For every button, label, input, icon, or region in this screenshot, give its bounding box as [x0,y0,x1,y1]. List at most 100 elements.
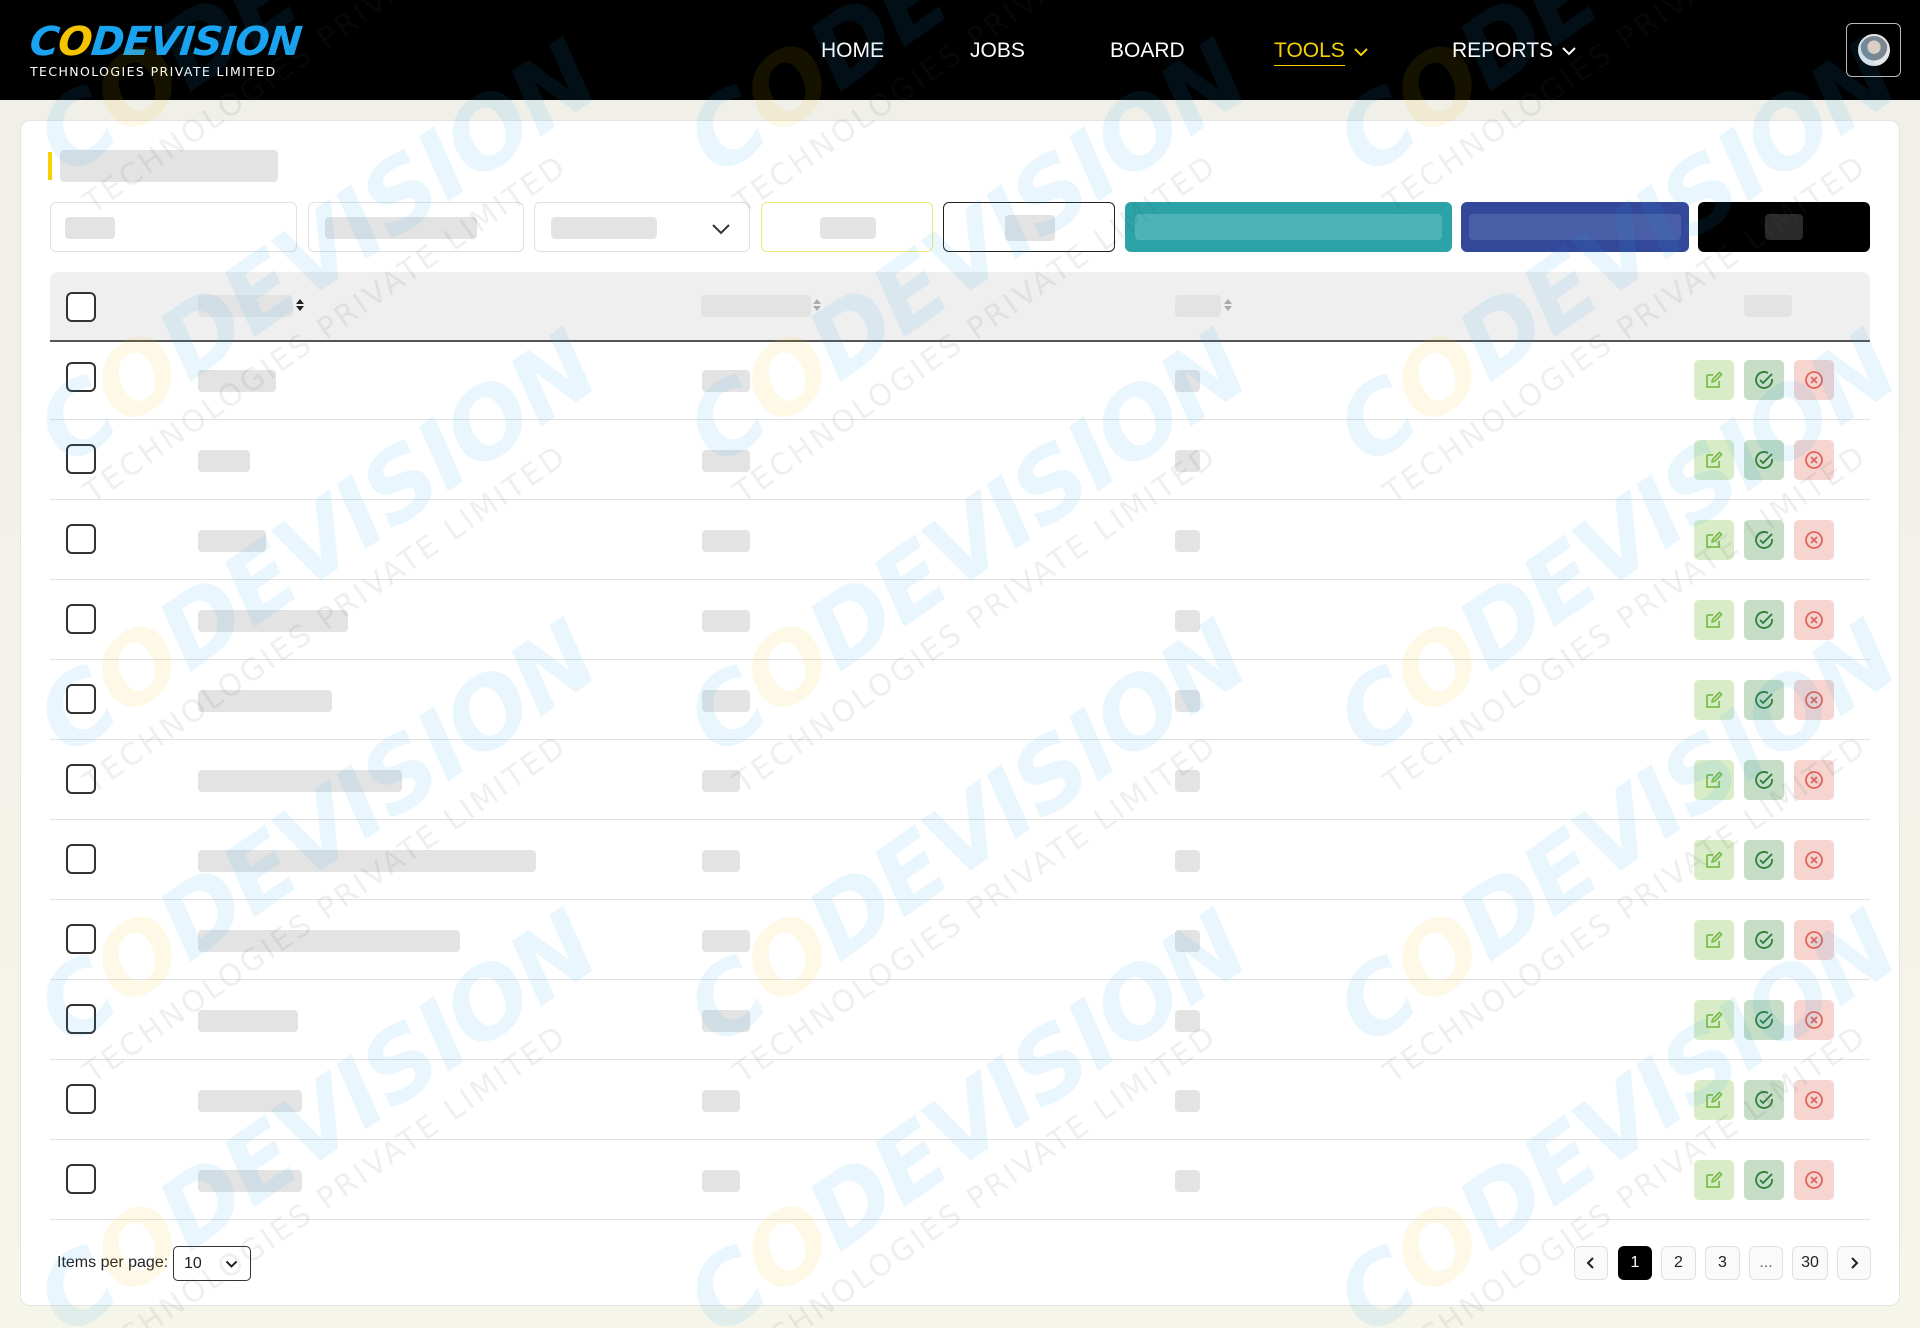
nav-jobs[interactable]: JOBS [970,38,1025,64]
edit-icon [1704,1010,1724,1030]
cell-skeleton [1175,610,1200,632]
cell-skeleton [702,1010,750,1032]
row-checkbox[interactable] [66,924,96,954]
approve-button[interactable] [1744,840,1784,880]
user-menu-button[interactable] [1846,23,1901,77]
x-circle-icon [1803,1089,1825,1111]
reject-button[interactable] [1794,440,1834,480]
cell-skeleton [198,530,266,552]
next-page-button[interactable] [1837,1246,1871,1280]
row-checkbox[interactable] [66,362,96,392]
approve-button[interactable] [1744,440,1784,480]
cell-skeleton [702,1090,740,1112]
items-per-page-value: 10 [184,1255,202,1272]
nav-home[interactable]: HOME [821,38,884,64]
row-checkbox[interactable] [66,1004,96,1034]
edit-button[interactable] [1694,1160,1734,1200]
reject-button[interactable] [1794,1000,1834,1040]
approve-button[interactable] [1744,1000,1784,1040]
reset-button[interactable] [943,202,1115,252]
edit-button[interactable] [1694,840,1734,880]
avatar [1857,34,1890,66]
page-button-30[interactable]: 30 [1792,1246,1828,1280]
chevron-right-icon [1851,1257,1859,1269]
edit-button[interactable] [1694,360,1734,400]
table-row [50,660,1870,740]
reject-button[interactable] [1794,920,1834,960]
reject-button[interactable] [1794,360,1834,400]
page-button-2[interactable]: 2 [1661,1246,1696,1280]
filter-select[interactable] [534,202,750,252]
select-all-checkbox[interactable] [66,292,96,322]
reject-button[interactable] [1794,1080,1834,1120]
navy-action-button[interactable] [1461,202,1689,252]
nav-tools[interactable]: TOOLS [1274,38,1369,66]
check-circle-icon [1753,529,1775,551]
row-checkbox[interactable] [66,684,96,714]
edit-button[interactable] [1694,760,1734,800]
approve-button[interactable] [1744,680,1784,720]
edit-button[interactable] [1694,1000,1734,1040]
column-header-1-skeleton [198,295,293,317]
approve-button[interactable] [1744,760,1784,800]
row-checkbox[interactable] [66,1164,96,1194]
page-button-3[interactable]: 3 [1705,1246,1740,1280]
approve-button[interactable] [1744,1160,1784,1200]
cell-skeleton [1175,930,1200,952]
approve-button[interactable] [1744,360,1784,400]
row-checkbox[interactable] [66,844,96,874]
filter-input-1[interactable] [50,202,297,252]
edit-button[interactable] [1694,520,1734,560]
teal-action-button[interactable] [1125,202,1452,252]
chevron-down-icon [712,224,730,235]
cell-skeleton [1175,1090,1200,1112]
cell-skeleton [1175,450,1200,472]
filter-input-2[interactable] [308,202,524,252]
prev-page-button[interactable] [1574,1246,1608,1280]
reject-button[interactable] [1794,760,1834,800]
filter-input-highlighted[interactable] [761,202,933,252]
approve-button[interactable] [1744,520,1784,560]
reject-button[interactable] [1794,600,1834,640]
row-checkbox[interactable] [66,764,96,794]
items-per-page-select[interactable]: 10 [173,1246,251,1281]
cell-skeleton [1175,770,1200,792]
table-header [50,272,1870,342]
approve-button[interactable] [1744,1080,1784,1120]
x-circle-icon [1803,689,1825,711]
cell-skeleton [702,450,750,472]
nav-board[interactable]: BOARD [1110,38,1185,64]
row-checkbox[interactable] [66,1084,96,1114]
sort-icon[interactable] [1223,298,1233,312]
reject-button[interactable] [1794,1160,1834,1200]
page-ellipsis: ... [1749,1246,1783,1280]
column-header-3-skeleton [1175,295,1221,317]
cell-skeleton [702,530,750,552]
row-checkbox[interactable] [66,604,96,634]
sort-icon[interactable] [295,298,305,312]
check-circle-icon [1753,449,1775,471]
edit-button[interactable] [1694,440,1734,480]
sort-icon[interactable] [812,298,822,312]
edit-button[interactable] [1694,1080,1734,1120]
edit-icon [1704,450,1724,470]
cell-skeleton [702,1170,740,1192]
items-per-page-label: Items per page: [57,1254,169,1271]
edit-button[interactable] [1694,600,1734,640]
row-checkbox[interactable] [66,444,96,474]
cell-skeleton [702,690,750,712]
reject-button[interactable] [1794,680,1834,720]
edit-button[interactable] [1694,920,1734,960]
row-checkbox[interactable] [66,524,96,554]
reject-button[interactable] [1794,520,1834,560]
nav-reports[interactable]: REPORTS [1452,38,1577,64]
skeleton [820,217,876,239]
edit-icon [1704,530,1724,550]
nav-home-label: HOME [821,39,884,62]
reject-button[interactable] [1794,840,1834,880]
edit-button[interactable] [1694,680,1734,720]
black-action-button[interactable] [1698,202,1870,252]
approve-button[interactable] [1744,920,1784,960]
approve-button[interactable] [1744,600,1784,640]
page-button-1[interactable]: 1 [1618,1246,1652,1280]
